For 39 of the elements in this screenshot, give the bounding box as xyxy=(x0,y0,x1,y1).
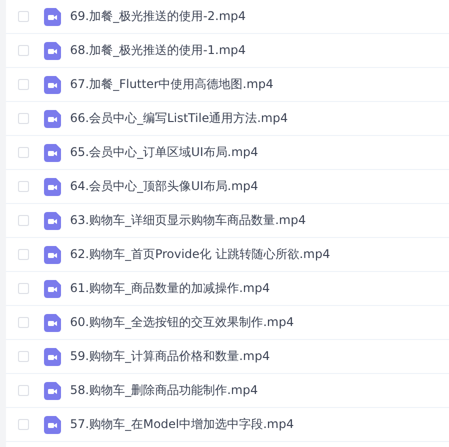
file-name[interactable]: 63.购物车_详细页显示购物车商品数量.mp4 xyxy=(70,212,306,229)
file-name[interactable]: 59.购物车_计算商品价格和数量.mp4 xyxy=(70,348,270,365)
video-file-icon xyxy=(44,110,61,128)
video-file-icon xyxy=(44,178,61,196)
checkbox[interactable] xyxy=(18,11,29,22)
video-file-icon xyxy=(44,8,61,26)
file-name[interactable]: 68.加餐_极光推送的使用-1.mp4 xyxy=(70,42,246,59)
video-file-icon xyxy=(44,348,61,366)
video-file-icon xyxy=(44,382,61,400)
checkbox[interactable] xyxy=(18,249,29,260)
video-file-icon xyxy=(44,416,61,434)
video-file-icon xyxy=(44,212,61,230)
checkbox[interactable] xyxy=(18,283,29,294)
file-name[interactable]: 67.加餐_Flutter中使用高德地图.mp4 xyxy=(70,76,274,93)
checkbox[interactable] xyxy=(18,113,29,124)
checkbox[interactable] xyxy=(18,317,29,328)
file-name[interactable]: 57.购物车_在Model中增加选中字段.mp4 xyxy=(70,416,294,433)
checkbox[interactable] xyxy=(18,215,29,226)
file-name[interactable]: 64.会员中心_顶部头像UI布局.mp4 xyxy=(70,178,258,195)
file-name[interactable]: 69.加餐_极光推送的使用-2.mp4 xyxy=(70,8,246,25)
file-name[interactable]: 66.会员中心_编写ListTile通用方法.mp4 xyxy=(70,110,288,127)
video-file-icon xyxy=(44,246,61,264)
file-name[interactable]: 60.购物车_全选按钮的交互效果制作.mp4 xyxy=(70,314,294,331)
checkbox[interactable] xyxy=(18,419,29,430)
video-file-icon xyxy=(44,42,61,60)
video-file-icon xyxy=(44,280,61,298)
file-name[interactable]: 65.会员中心_订单区域UI布局.mp4 xyxy=(70,144,258,161)
checkbox[interactable] xyxy=(18,45,29,56)
video-file-icon xyxy=(44,144,61,162)
file-name[interactable]: 58.购物车_删除商品功能制作.mp4 xyxy=(70,382,258,399)
file-name[interactable]: 61.购物车_商品数量的加减操作.mp4 xyxy=(70,280,270,297)
video-file-icon xyxy=(44,76,61,94)
checkbox[interactable] xyxy=(18,79,29,90)
checkbox[interactable] xyxy=(18,147,29,158)
file-name[interactable]: 62.购物车_首页Provide化 让跳转随心所欲.mp4 xyxy=(70,246,330,263)
checkbox[interactable] xyxy=(18,181,29,192)
video-file-icon xyxy=(44,314,61,332)
checkbox[interactable] xyxy=(18,351,29,362)
checkbox[interactable] xyxy=(18,385,29,396)
